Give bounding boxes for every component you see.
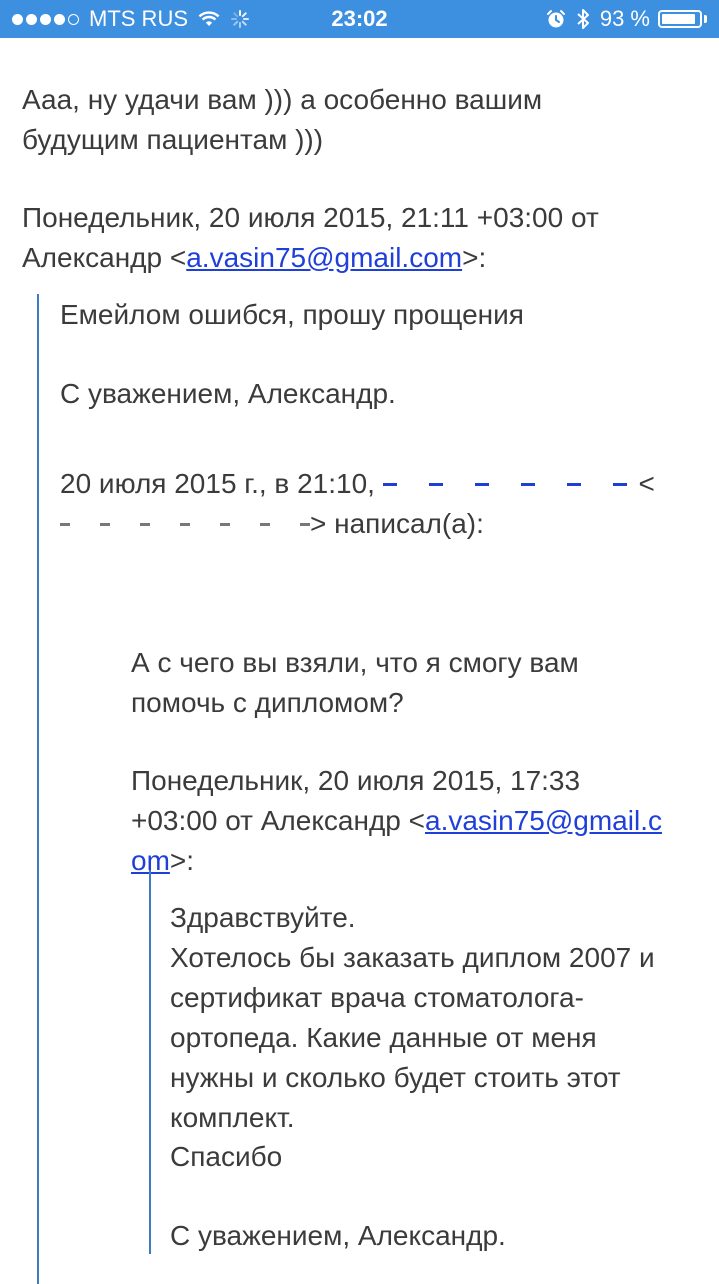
carrier-name: MTS RUS [89,6,188,31]
battery-fill [662,14,696,24]
quote-bar-level-1 [37,294,39,1284]
battery-percent: 93 % [599,6,650,31]
quote-header-2-line-2: +03:00 от Александр <a.vasin75@gmail.c [131,801,662,841]
quote-2-line-2: Хотелось бы заказать диплом 2007 и [170,942,655,973]
signal-dot [26,13,37,25]
wifi-icon [198,11,220,27]
quote-header-1-line-1: Понедельник, 20 июля 2015, 21:11 +03:00 … [22,202,599,233]
battery-body [658,10,702,28]
sender-email-link-2a[interactable]: a.vasin75@gmail.c [425,805,662,836]
quote-bar-level-2 [149,870,151,1254]
redacted-sender-email: x [60,493,310,533]
quote-1-line-1: Емейлом ошибся, прошу прощения [60,299,524,330]
attribution-bracket: < [638,468,655,499]
quote-2-line-6: комплект. [170,1102,295,1133]
quote-2-line-3: сертификат врача стоматолога- [170,982,584,1013]
header-suffix: >: [462,242,487,273]
quote-2-line-1: Здравствуйте. [170,902,356,933]
quote-header-1-line-2: Александр <a.vasin75@gmail.com>: [22,238,486,278]
status-bar: MTS RUS 23:02 93 % [0,0,719,38]
battery-tip [704,15,707,23]
signal-dot [54,13,65,25]
status-bar-left: MTS RUS [12,0,250,38]
quote-2-line-5: нужны и сколько будет стоить этот [170,1062,621,1093]
quote-header-2-line-1: Понедельник, 20 июля 2015, 17:33 [131,765,581,796]
header-2-suffix: >: [169,845,195,876]
quote-header-2-line-3: om>: [131,841,194,881]
sender-name: Александр < [22,242,187,273]
bluetooth-icon [576,7,590,31]
signal-dot [40,13,51,25]
reply-line-2: будущим пациентам ))) [22,124,324,155]
battery-icon [658,10,707,28]
alarm-icon [546,9,566,29]
activity-spinner-icon [230,9,250,29]
reply-line-1: Ааа, ну удачи вам ))) а особенно вашим [22,84,543,115]
redacted-sender-name-link[interactable]: x [382,453,631,493]
signal-strength-icon [12,13,82,25]
quote-2-line-4: ортопеда. Какие данные от меня [170,1022,597,1053]
sender-email-link[interactable]: a.vasin75@gmail.com [186,242,462,273]
quote-2-line-7: Спасибо [170,1141,283,1172]
signal-dot [68,13,79,25]
header-2-prefix: +03:00 от Александр < [131,805,425,836]
quote-2-signature: С уважением, Александр. [170,1220,506,1251]
quote-1-question-line-1: А с чего вы взяли, что я смогу вам [131,647,579,678]
signal-dot [12,13,23,25]
attribution-wrote: > написал(а): [310,508,484,539]
quote-1-question-line-2: помочь с дипломом? [131,687,404,718]
quote-1-signature: С уважением, Александр. [60,378,396,409]
quote-1-attribution-line-2: x> написал(а): [60,493,484,544]
status-bar-right: 93 % [546,0,707,38]
